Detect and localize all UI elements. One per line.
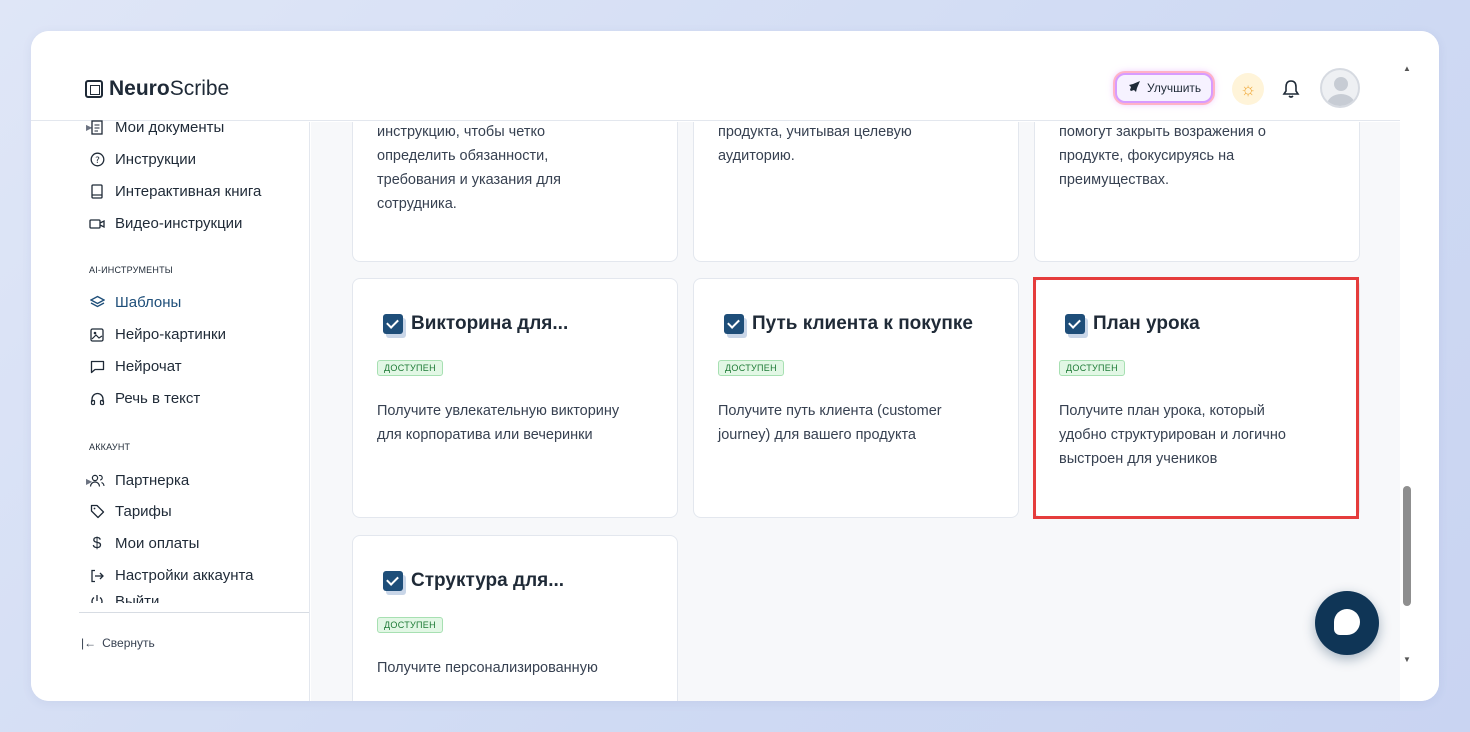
sidebar-item-interactive-book[interactable]: Интерактивная книга	[89, 183, 261, 200]
card-description: инструкцию, чтобы четко определить обяза…	[377, 124, 561, 212]
sidebar-item-tariffs[interactable]: Тарифы	[89, 503, 172, 520]
sidebar-item-label: Настройки аккаунта	[115, 567, 254, 584]
sidebar-item-account-settings[interactable]: Настройки аккаунта	[89, 567, 254, 584]
sidebar-item-label: Мои документы	[115, 119, 225, 136]
sidebar-item-logout[interactable]: Выйти	[89, 591, 159, 603]
card-description: помогут закрыть возражения о продукте, ф…	[1059, 124, 1266, 188]
card-description: Получите персонализированную	[377, 660, 598, 676]
sidebar-item-label: Шаблоны	[115, 294, 182, 311]
scroll-down-icon[interactable]: ▼	[1403, 655, 1411, 664]
sidebar-item-label: Инструкции	[115, 151, 197, 168]
sidebar-item-label: Мои оплаты	[115, 535, 200, 552]
checkbox-icon	[383, 571, 403, 591]
checkbox-icon	[383, 314, 403, 334]
users-icon	[89, 473, 105, 489]
sidebar-item-label: Видео-инструкции	[115, 215, 243, 232]
card-title: Викторина для...	[411, 313, 569, 334]
sidebar-item-neuro-images[interactable]: Нейро-картинки	[89, 326, 226, 343]
sun-icon: ☼	[1239, 78, 1257, 99]
document-icon	[89, 120, 105, 136]
card-header: Структура для...	[383, 570, 564, 592]
status-badge: ДОСТУПЕН	[377, 617, 443, 633]
checkbox-icon	[724, 314, 744, 334]
rocket-icon	[1127, 80, 1141, 97]
sidebar-item-payments[interactable]: $ Мои оплаты	[89, 534, 200, 553]
login-icon	[89, 568, 105, 584]
card-description: продукта, учитывая целевую аудиторию.	[718, 124, 912, 164]
headphones-icon	[89, 391, 105, 407]
video-icon	[89, 216, 105, 232]
template-card[interactable]: инструкцию, чтобы четко определить обяза…	[352, 122, 678, 262]
top-bar: NeuroScribe Улучшить ☼	[31, 31, 1400, 121]
status-badge: ДОСТУПЕН	[377, 360, 443, 376]
upgrade-button[interactable]: Улучшить	[1115, 73, 1214, 103]
tag-icon	[89, 504, 105, 520]
logo-icon	[85, 80, 103, 98]
support-chat-button[interactable]	[1315, 591, 1379, 655]
sidebar-item-label: Нейро-картинки	[115, 326, 226, 343]
scroll-up-icon[interactable]: ▲	[1403, 64, 1411, 73]
help-circle-icon: ?	[89, 152, 105, 168]
avatar[interactable]	[1320, 68, 1360, 108]
sidebar-item-label: Речь в текст	[115, 390, 201, 407]
theme-toggle-button[interactable]: ☼	[1232, 73, 1264, 105]
sidebar-item-video-instructions[interactable]: Видео-инструкции	[89, 215, 242, 232]
dollar-icon: $	[92, 534, 102, 552]
template-card-structure[interactable]: Структура для... ДОСТУПЕН Получите персо…	[352, 535, 678, 701]
collapse-button[interactable]: |← Свернуть	[81, 636, 155, 650]
sidebar-item-neurochat[interactable]: Нейрочат	[89, 358, 182, 375]
logo[interactable]: NeuroScribe	[85, 77, 229, 101]
bell-icon[interactable]	[1280, 75, 1302, 103]
upgrade-label: Улучшить	[1147, 81, 1202, 95]
section-label-ai: AI-ИНСТРУМЕНТЫ	[89, 265, 173, 275]
collapse-icon: |←	[81, 636, 97, 650]
highlight-frame	[1033, 277, 1359, 519]
sidebar-item-label: Нейрочат	[115, 358, 182, 375]
template-card-quiz[interactable]: Викторина для... ДОСТУПЕН Получите увлек…	[352, 278, 678, 518]
sidebar-divider	[79, 612, 309, 613]
template-card[interactable]: продукта, учитывая целевую аудиторию.	[693, 122, 1019, 262]
sidebar-item-templates[interactable]: Шаблоны	[89, 294, 181, 311]
sidebar-item-label: Интерактивная книга	[115, 183, 262, 200]
image-icon	[89, 327, 105, 343]
sidebar-item-label: Партнерка	[115, 472, 190, 489]
logo-text: NeuroScribe	[109, 77, 230, 100]
card-header: Путь клиента к покупке	[724, 313, 973, 335]
template-card-customer-journey[interactable]: Путь клиента к покупке ДОСТУПЕН Получите…	[693, 278, 1019, 518]
section-label-account: АККАУНТ	[89, 442, 131, 452]
sidebar-item-label: Тарифы	[115, 503, 172, 520]
layers-icon	[89, 295, 105, 311]
book-icon	[89, 184, 105, 200]
sidebar-item-documents[interactable]: Мои документы	[89, 119, 224, 136]
chat-icon	[89, 359, 105, 375]
card-title: Путь клиента к покупке	[752, 313, 973, 334]
power-icon	[89, 593, 105, 603]
sidebar-item-partner[interactable]: Партнерка	[89, 472, 189, 489]
sidebar-item-instructions[interactable]: ? Инструкции	[89, 151, 196, 168]
sidebar-item-label: Выйти	[115, 593, 160, 603]
svg-text:?: ?	[95, 156, 100, 166]
card-description: Получите путь клиента (customer journey)…	[718, 403, 942, 443]
collapse-label: Свернуть	[102, 636, 155, 650]
sidebar-item-speech-to-text[interactable]: Речь в текст	[89, 390, 200, 407]
card-description: Получите увлекательную викторину для кор…	[377, 403, 620, 443]
sidebar: ▶ Мои документы ? Инструкции Интерактивн…	[31, 119, 310, 701]
card-header: Викторина для...	[383, 313, 568, 335]
status-badge: ДОСТУПЕН	[718, 360, 784, 376]
template-card[interactable]: помогут закрыть возражения о продукте, ф…	[1034, 122, 1360, 262]
card-title: Структура для...	[411, 570, 565, 591]
scrollbar-thumb[interactable]	[1403, 486, 1411, 606]
